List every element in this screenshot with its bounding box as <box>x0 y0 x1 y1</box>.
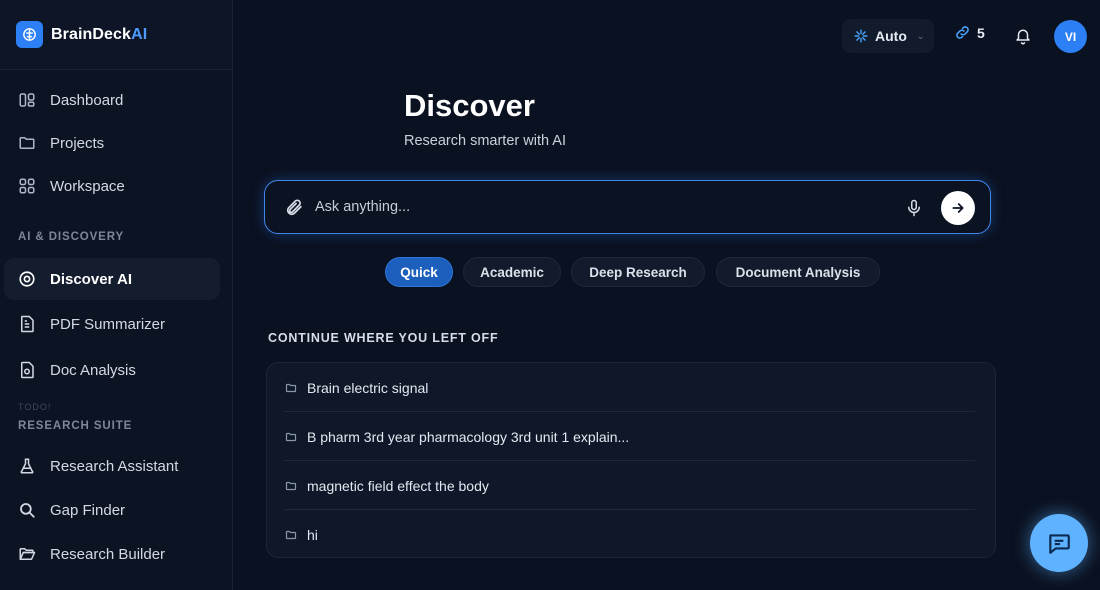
page-subtitle: Research smarter with AI <box>404 133 566 149</box>
document-icon <box>18 361 36 379</box>
list-item-label: magnetic field effect the body <box>307 477 489 494</box>
paperclip-icon[interactable] <box>285 198 304 222</box>
model-label: Auto <box>875 28 907 44</box>
notifications-button[interactable] <box>1014 26 1032 45</box>
brand-name-main: BrainDeck <box>51 25 132 43</box>
sidebar-item-research-assistant[interactable]: Research Assistant <box>4 445 220 487</box>
chat-bubble-icon <box>1049 534 1070 554</box>
folder-open-icon <box>18 545 36 563</box>
sidebar-item-label: PDF Summarizer <box>50 315 166 333</box>
folder-icon <box>18 134 36 152</box>
mode-quick[interactable]: Quick <box>385 257 453 287</box>
sidebar: BrainDeckAI Dashboard Projects Workspace… <box>0 0 233 590</box>
sparkle-icon <box>854 29 868 43</box>
sidebar-item-label: Dashboard <box>50 91 124 109</box>
chevron-down-icon: ⌄ <box>916 30 925 41</box>
mode-label: Academic <box>480 264 544 280</box>
sidebar-item-pdf-summarizer[interactable]: PDF Summarizer <box>4 303 220 345</box>
list-item[interactable]: B pharm 3rd year pharmacology 3rd unit 1… <box>285 412 975 461</box>
folder-icon <box>285 382 297 394</box>
sidebar-item-research-builder[interactable]: Research Builder <box>4 533 220 575</box>
pdf-icon <box>18 315 36 333</box>
flask-icon <box>18 457 36 475</box>
sidebar-item-doc-analysis[interactable]: Doc Analysis <box>4 349 220 391</box>
avatar-initials: VI <box>1064 29 1077 44</box>
sidebar-item-label: Projects <box>50 134 105 152</box>
sidebar-item-workspace[interactable]: Workspace <box>4 165 220 207</box>
brand-name: BrainDeckAI <box>51 26 147 44</box>
mode-deep-research[interactable]: Deep Research <box>571 257 705 287</box>
bell-icon <box>1014 26 1032 45</box>
sidebar-item-dashboard[interactable]: Dashboard <box>4 79 220 121</box>
sidebar-item-label: Research Assistant <box>50 457 179 475</box>
sidebar-item-label: Research Builder <box>50 545 166 563</box>
section-label-research-suite: RESEARCH SUITE <box>18 420 133 432</box>
history-list: Brain electric signal B pharm 3rd year p… <box>266 362 996 558</box>
chat-button[interactable] <box>1030 514 1088 572</box>
links-count: 5 <box>977 24 985 41</box>
sidebar-item-gap-finder[interactable]: Gap Finder <box>4 489 220 531</box>
arrow-right-icon <box>952 203 964 213</box>
links-counter[interactable]: 5 <box>954 24 985 41</box>
mode-label: Deep Research <box>589 264 687 280</box>
search-bar <box>264 180 991 234</box>
list-item[interactable]: magnetic field effect the body <box>285 461 975 510</box>
list-item[interactable]: Brain electric signal <box>285 363 975 412</box>
mode-academic[interactable]: Academic <box>463 257 561 287</box>
sidebar-item-projects[interactable]: Projects <box>4 122 220 164</box>
list-item-label: Brain electric signal <box>307 379 429 396</box>
page-title: Discover <box>404 88 535 123</box>
sidebar-item-label: Gap Finder <box>50 501 126 519</box>
brand-name-accent: AI <box>131 25 148 43</box>
sidebar-item-label: Workspace <box>50 177 125 195</box>
link-icon <box>954 24 971 41</box>
brain-logo-icon <box>16 21 43 48</box>
folder-icon <box>285 480 297 492</box>
folder-icon <box>285 431 297 443</box>
app-root: BrainDeckAI Dashboard Projects Workspace… <box>0 0 1100 590</box>
sidebar-item-discover-ai[interactable]: Discover AI <box>4 258 220 300</box>
dashboard-icon <box>18 91 36 109</box>
grid-icon <box>18 177 36 195</box>
folder-icon <box>285 529 297 541</box>
sidebar-item-label: Doc Analysis <box>50 361 136 379</box>
brand[interactable]: BrainDeckAI <box>0 0 232 70</box>
section-label-ai-discovery: AI & DISCOVERY <box>18 231 125 243</box>
section-label-faint: TODO! <box>18 402 52 412</box>
list-item[interactable]: hi <box>285 510 975 559</box>
model-selector[interactable]: Auto ⌄ <box>842 19 934 53</box>
mode-label: Document Analysis <box>735 264 861 280</box>
mode-document-analysis[interactable]: Document Analysis <box>716 257 880 287</box>
microphone-icon[interactable] <box>905 198 923 223</box>
avatar[interactable]: VI <box>1054 20 1087 53</box>
sidebar-item-label: Discover AI <box>50 270 132 288</box>
search-input[interactable] <box>315 196 875 218</box>
continue-section-title: CONTINUE WHERE YOU LEFT OFF <box>268 331 499 345</box>
mode-label: Quick <box>400 264 438 280</box>
list-item-label: hi <box>307 526 318 543</box>
search-icon <box>18 501 36 519</box>
send-button[interactable] <box>941 191 975 225</box>
compass-icon <box>18 270 36 288</box>
list-item-label: B pharm 3rd year pharmacology 3rd unit 1… <box>307 428 630 445</box>
